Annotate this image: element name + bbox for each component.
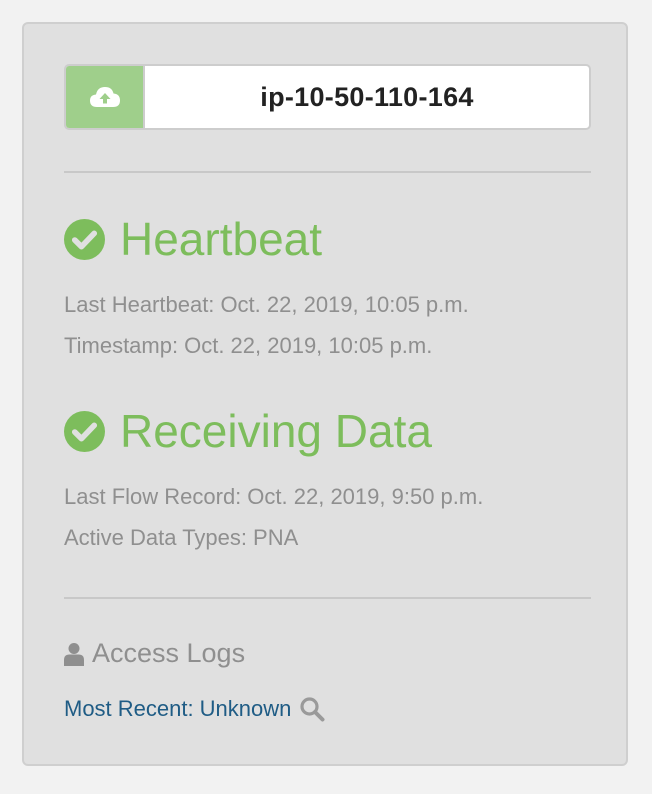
- user-icon: [64, 642, 84, 666]
- cloud-upload-addon: [66, 66, 145, 128]
- divider-bottom: [64, 597, 591, 599]
- cloud-upload-icon: [89, 87, 120, 107]
- hostname-field: ip-10-50-110-164: [64, 64, 591, 130]
- last-heartbeat-label: Last Heartbeat:: [64, 292, 215, 317]
- active-data-types-label: Active Data Types:: [64, 525, 248, 550]
- search-icon[interactable]: [299, 696, 325, 722]
- last-heartbeat-value: Oct. 22, 2019, 10:05 p.m.: [220, 292, 469, 317]
- receiving-data-title: Receiving Data: [120, 405, 432, 457]
- timestamp-line: Timestamp: Oct. 22, 2019, 10:05 p.m.: [64, 333, 432, 359]
- check-circle-icon: [64, 410, 105, 452]
- heartbeat-title: Heartbeat: [120, 213, 323, 265]
- most-recent-label: Most Recent:: [64, 696, 194, 721]
- last-heartbeat-line: Last Heartbeat: Oct. 22, 2019, 10:05 p.m.: [64, 292, 469, 318]
- most-recent-value: Unknown: [199, 696, 292, 721]
- access-logs-heading: Access Logs: [64, 638, 245, 669]
- hostname-value: ip-10-50-110-164: [260, 81, 474, 112]
- access-logs-title: Access Logs: [92, 638, 246, 668]
- active-data-types-value: PNA: [253, 525, 299, 550]
- timestamp-value: Oct. 22, 2019, 10:05 p.m.: [184, 333, 433, 358]
- last-flow-record-value: Oct. 22, 2019, 9:50 p.m.: [247, 484, 484, 509]
- timestamp-label: Timestamp:: [64, 333, 179, 358]
- sensor-status-card: ip-10-50-110-164 Heartbeat Last Heartbea…: [22, 22, 628, 766]
- most-recent-line: Most Recent: Unknown: [64, 696, 325, 722]
- check-circle-icon: [64, 218, 105, 260]
- active-data-types-line: Active Data Types: PNA: [64, 525, 298, 551]
- receiving-data-status-title: Receiving Data: [64, 408, 432, 454]
- last-flow-record-label: Last Flow Record:: [64, 484, 242, 509]
- heartbeat-status-title: Heartbeat: [64, 216, 322, 262]
- divider-top: [64, 171, 591, 173]
- last-flow-record-line: Last Flow Record: Oct. 22, 2019, 9:50 p.m…: [64, 484, 483, 510]
